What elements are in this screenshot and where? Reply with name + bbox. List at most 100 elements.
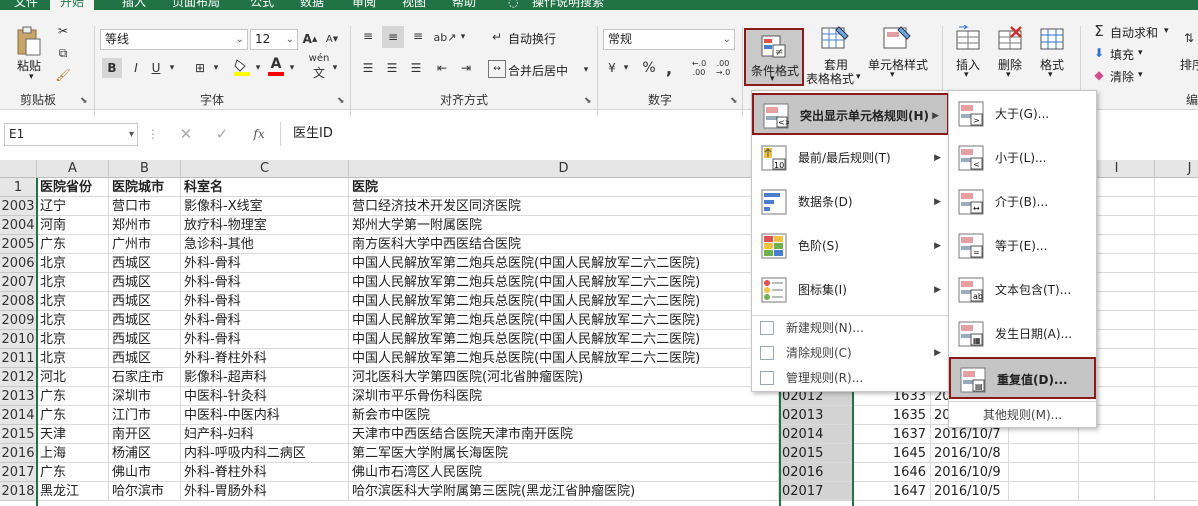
cell-styles-label[interactable]: 单元格样式 <box>868 56 928 73</box>
insert-cells-dropdown-icon[interactable]: ▾ <box>964 70 969 80</box>
grow-font-icon[interactable]: A ▲ <box>302 30 318 48</box>
cancel-icon[interactable]: ✕ <box>176 124 196 144</box>
table-cell[interactable]: 2016/10/8 <box>931 444 1009 463</box>
table-cell[interactable]: 中国人民解放军第二炮兵总医院(中国人民解放军二六二医院) <box>349 273 779 292</box>
font-name-select[interactable]: 等线 ⌄ <box>100 29 248 50</box>
cell-styles-icon[interactable] <box>882 24 912 52</box>
table-cell[interactable]: 02017 <box>779 482 853 501</box>
number-launcher-icon[interactable]: ⬊ <box>730 96 738 106</box>
table-cell[interactable]: 北京 <box>37 330 109 349</box>
bold-button[interactable]: B <box>102 58 122 78</box>
table-cell[interactable]: 广东 <box>37 406 109 425</box>
decrease-decimal-icon[interactable]: .00 →.0 <box>712 56 734 80</box>
align-center-icon[interactable]: ☰ <box>382 58 402 78</box>
table-cell[interactable]: 1646 <box>853 463 931 482</box>
table-cell[interactable]: 北京 <box>37 349 109 368</box>
table-cell[interactable]: 广东 <box>37 387 109 406</box>
table-cell[interactable]: 医院 <box>349 178 779 197</box>
table-cell[interactable]: 南开区 <box>109 425 181 444</box>
row-header[interactable]: 2013 <box>0 387 37 406</box>
conditional-formatting-button[interactable]: ≠ 条件格式 ▾ <box>744 28 804 86</box>
orientation-icon[interactable]: ab↗ <box>434 26 457 48</box>
table-cell[interactable]: 营口市 <box>109 197 181 216</box>
table-cell[interactable]: 科室名 <box>181 178 349 197</box>
table-cell[interactable]: 西城区 <box>109 330 181 349</box>
row-header[interactable]: 2016 <box>0 444 37 463</box>
table-cell[interactable]: 1645 <box>853 444 931 463</box>
table-cell[interactable]: 影像科-超声科 <box>181 368 349 387</box>
align-left-icon[interactable]: ☰ <box>358 58 378 78</box>
table-cell[interactable]: 中医科-中医内科 <box>181 406 349 425</box>
currency-dropdown-icon[interactable]: ▾ <box>621 58 631 78</box>
table-cell[interactable]: 外科-骨科 <box>181 330 349 349</box>
table-cell[interactable] <box>1155 330 1198 349</box>
table-cell[interactable]: 广东 <box>37 235 109 254</box>
table-cell[interactable]: 杨浦区 <box>109 444 181 463</box>
phonetic-icon[interactable]: wén 文 <box>306 53 332 80</box>
row-header[interactable]: 2003 <box>0 197 37 216</box>
table-cell[interactable] <box>1155 178 1198 197</box>
row-header[interactable]: 2018 <box>0 482 37 501</box>
format-as-table-label-2[interactable]: 表格格式 <box>806 70 854 87</box>
menu-item-data-bars[interactable]: 数据条(D) ▶ <box>752 181 949 223</box>
table-cell[interactable]: 1635 <box>853 406 931 425</box>
table-cell[interactable]: 妇产科-妇科 <box>181 425 349 444</box>
border-icon[interactable]: ⊞ <box>190 58 210 78</box>
table-cell[interactable] <box>1155 273 1198 292</box>
submenu-item-date-occurring[interactable]: ▦ 发生日期(A)... <box>949 313 1096 355</box>
submenu-item-greater-than[interactable]: > 大于(G)... <box>949 93 1096 135</box>
column-header-j[interactable]: J <box>1155 160 1198 178</box>
table-cell[interactable] <box>1009 444 1079 463</box>
table-cell[interactable]: 天津市中西医结合医院天津市南开医院 <box>349 425 779 444</box>
table-cell[interactable] <box>1155 235 1198 254</box>
format-painter-icon[interactable]: 🖌 <box>54 66 72 84</box>
select-all-corner[interactable] <box>0 160 37 178</box>
table-cell[interactable] <box>1155 216 1198 235</box>
orientation-dropdown-icon[interactable]: ▾ <box>458 28 468 46</box>
table-cell[interactable]: 中医科-针灸科 <box>181 387 349 406</box>
menu-item-top-bottom-rules[interactable]: 10 最前/最后规则(T) ▶ <box>752 137 949 179</box>
table-cell[interactable] <box>1155 463 1198 482</box>
table-cell[interactable]: 北京 <box>37 254 109 273</box>
table-cell[interactable]: 石家庄市 <box>109 368 181 387</box>
table-cell[interactable]: 中国人民解放军第二炮兵总医院(中国人民解放军二六二医院) <box>349 330 779 349</box>
delete-cells-icon[interactable] <box>996 24 1024 52</box>
tab-formulas[interactable]: 公式 <box>250 0 274 10</box>
table-cell[interactable]: 中国人民解放军第二炮兵总医院(中国人民解放军二六二医院) <box>349 254 779 273</box>
row-header[interactable]: 2010 <box>0 330 37 349</box>
enter-icon[interactable]: ✓ <box>212 124 232 144</box>
table-cell[interactable]: 广州市 <box>109 235 181 254</box>
table-cell[interactable] <box>1155 425 1198 444</box>
percent-icon[interactable]: % <box>640 58 658 78</box>
cut-icon[interactable]: ✂ <box>54 22 72 40</box>
table-cell[interactable]: 02013 <box>779 406 853 425</box>
font-color-dropdown-icon[interactable]: ▾ <box>286 58 298 78</box>
fill-icon[interactable]: ⬇ <box>1090 44 1108 62</box>
table-cell[interactable]: 营口经济技术开发区同济医院 <box>349 197 779 216</box>
comma-icon[interactable]: , <box>662 58 676 78</box>
row-header[interactable]: 2006 <box>0 254 37 273</box>
submenu-item-between[interactable]: ↔ 介于(B)... <box>949 181 1096 223</box>
table-cell[interactable]: 上海 <box>37 444 109 463</box>
table-cell[interactable]: 中国人民解放军第二炮兵总医院(中国人民解放军二六二医院) <box>349 349 779 368</box>
tab-view[interactable]: 视图 <box>402 0 426 10</box>
tab-help[interactable]: 帮助 <box>452 0 476 10</box>
table-cell[interactable]: 中国人民解放军第二炮兵总医院(中国人民解放军二六二医院) <box>349 292 779 311</box>
paste-icon[interactable] <box>14 24 44 58</box>
wrap-text-button[interactable]: 自动换行 <box>508 30 556 47</box>
name-box[interactable]: E1 ▾ <box>4 123 138 146</box>
fill-button[interactable]: 填充 <box>1110 46 1134 63</box>
table-cell[interactable] <box>1155 406 1198 425</box>
column-header-c[interactable]: C <box>181 160 349 178</box>
table-cell[interactable]: 新会市中医院 <box>349 406 779 425</box>
row-header[interactable]: 2009 <box>0 311 37 330</box>
table-cell[interactable]: 外科-骨科 <box>181 273 349 292</box>
table-cell[interactable]: 外科-骨科 <box>181 311 349 330</box>
table-cell[interactable]: 辽宁 <box>37 197 109 216</box>
table-cell[interactable]: 西城区 <box>109 273 181 292</box>
column-header-b[interactable]: B <box>109 160 181 178</box>
table-cell[interactable] <box>1155 444 1198 463</box>
table-cell[interactable] <box>1155 368 1198 387</box>
number-format-select[interactable]: 常规 ⌄ <box>603 29 735 50</box>
table-cell[interactable]: 郑州大学第一附属医院 <box>349 216 779 235</box>
